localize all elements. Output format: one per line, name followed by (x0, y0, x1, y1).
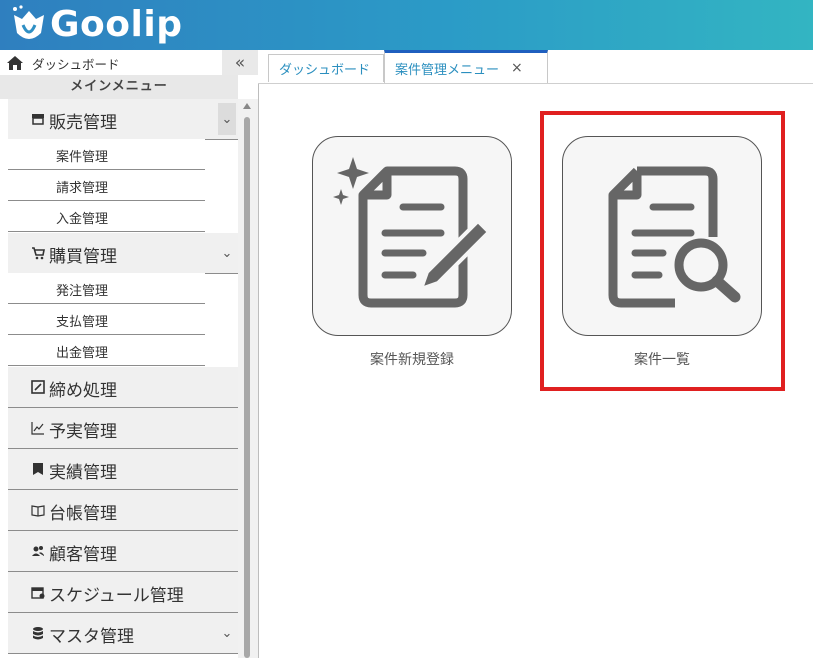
menu-item-payment-received-management[interactable]: 入金管理 (8, 201, 205, 232)
double-chevron-left-icon: « (234, 52, 246, 73)
menu-group-customers[interactable]: 顧客管理 (8, 531, 238, 572)
menu-group-label: 販売管理 (49, 113, 117, 133)
sidebar-dashboard-link[interactable]: ダッシュボード (0, 50, 258, 75)
menu-item-payment-management[interactable]: 支払管理 (8, 304, 205, 335)
tab-dashboard[interactable]: ダッシュボード (268, 54, 384, 82)
chevron-down-icon[interactable]: ⌄ (218, 103, 236, 135)
book-icon (31, 505, 45, 517)
menu-group-schedule[interactable]: スケジュール管理 (8, 572, 238, 613)
calendar-icon (31, 587, 45, 599)
scroll-thumb[interactable] (244, 117, 250, 658)
menu-group-label: 締め処理 (49, 381, 117, 401)
menu-group-master[interactable]: マスタ管理 ⌄ (8, 613, 238, 654)
highlight-box (540, 111, 785, 391)
database-icon (33, 627, 43, 640)
logo-text: Goolip (50, 4, 183, 45)
menu-group-label: 台帳管理 (49, 504, 117, 524)
menu-group-ledger[interactable]: 台帳管理 (8, 490, 238, 531)
bookmark-icon (33, 463, 43, 475)
menu-group-label: マスタ管理 (49, 627, 134, 647)
new-document-pencil-icon (333, 157, 491, 308)
line-chart-icon (31, 422, 44, 435)
menu-group-budget-actual[interactable]: 予実管理 (8, 408, 238, 449)
menu-item-label: 支払管理 (56, 315, 109, 330)
menu-group-sales[interactable]: 販売管理 ⌄ (8, 99, 238, 140)
menu-group-purchasing[interactable]: 購買管理 ⌄ (8, 233, 238, 274)
menu-group-label: 実績管理 (49, 463, 117, 483)
menu-item-label: 請求管理 (56, 181, 109, 196)
scroll-up-arrow-icon[interactable] (243, 103, 251, 109)
close-icon[interactable]: × (511, 60, 523, 76)
menu-item-order-management[interactable]: 発注管理 (8, 273, 205, 304)
users-icon (32, 546, 44, 556)
new-project-tile[interactable] (312, 136, 512, 336)
sidebar-dashboard-label: ダッシュボード (32, 57, 120, 72)
tab-label: 案件管理メニュー (395, 62, 500, 78)
store-icon (32, 114, 44, 125)
menu-group-label: 購買管理 (49, 247, 117, 267)
main-menu-heading: メインメニュー (0, 75, 238, 99)
menu-group-closing[interactable]: 締め処理 (8, 367, 238, 408)
chevron-down-icon[interactable]: ⌄ (218, 617, 236, 649)
sidebar-scrollbar[interactable] (238, 99, 258, 658)
tulip-logo-icon (13, 5, 44, 39)
app-header: Goolip (0, 0, 813, 50)
sidebar-collapse-button[interactable]: « (222, 50, 258, 75)
tab-bar: ダッシュボード 案件管理メニュー × (258, 50, 813, 84)
menu-item-project-management[interactable]: 案件管理 (8, 139, 205, 170)
cart-icon (32, 247, 45, 260)
chevron-down-icon[interactable]: ⌄ (218, 237, 236, 269)
sidebar: ダッシュボード « メインメニュー 販売管理 ⌄ 案件管理 請求管理 入金管理 (0, 50, 259, 658)
logo[interactable]: Goolip (10, 3, 182, 47)
menu-item-billing-management[interactable]: 請求管理 (8, 170, 205, 201)
menu-group-label: スケジュール管理 (49, 586, 184, 606)
tab-project-menu[interactable]: 案件管理メニュー × (384, 50, 548, 83)
tab-label: ダッシュボード (279, 63, 371, 78)
menu-item-label: 入金管理 (56, 212, 109, 227)
menu-item-label: 案件管理 (56, 150, 109, 165)
edit-box-icon (31, 380, 45, 394)
menu-group-label: 予実管理 (49, 422, 117, 442)
home-icon (7, 56, 23, 70)
new-project-label: 案件新規登録 (370, 352, 454, 368)
menu-item-label: 出金管理 (56, 346, 109, 361)
menu-item-label: 発注管理 (56, 284, 109, 299)
menu-item-disbursement-management[interactable]: 出金管理 (8, 335, 205, 366)
menu-group-results[interactable]: 実績管理 (8, 449, 238, 490)
menu-group-label: 顧客管理 (49, 545, 117, 565)
